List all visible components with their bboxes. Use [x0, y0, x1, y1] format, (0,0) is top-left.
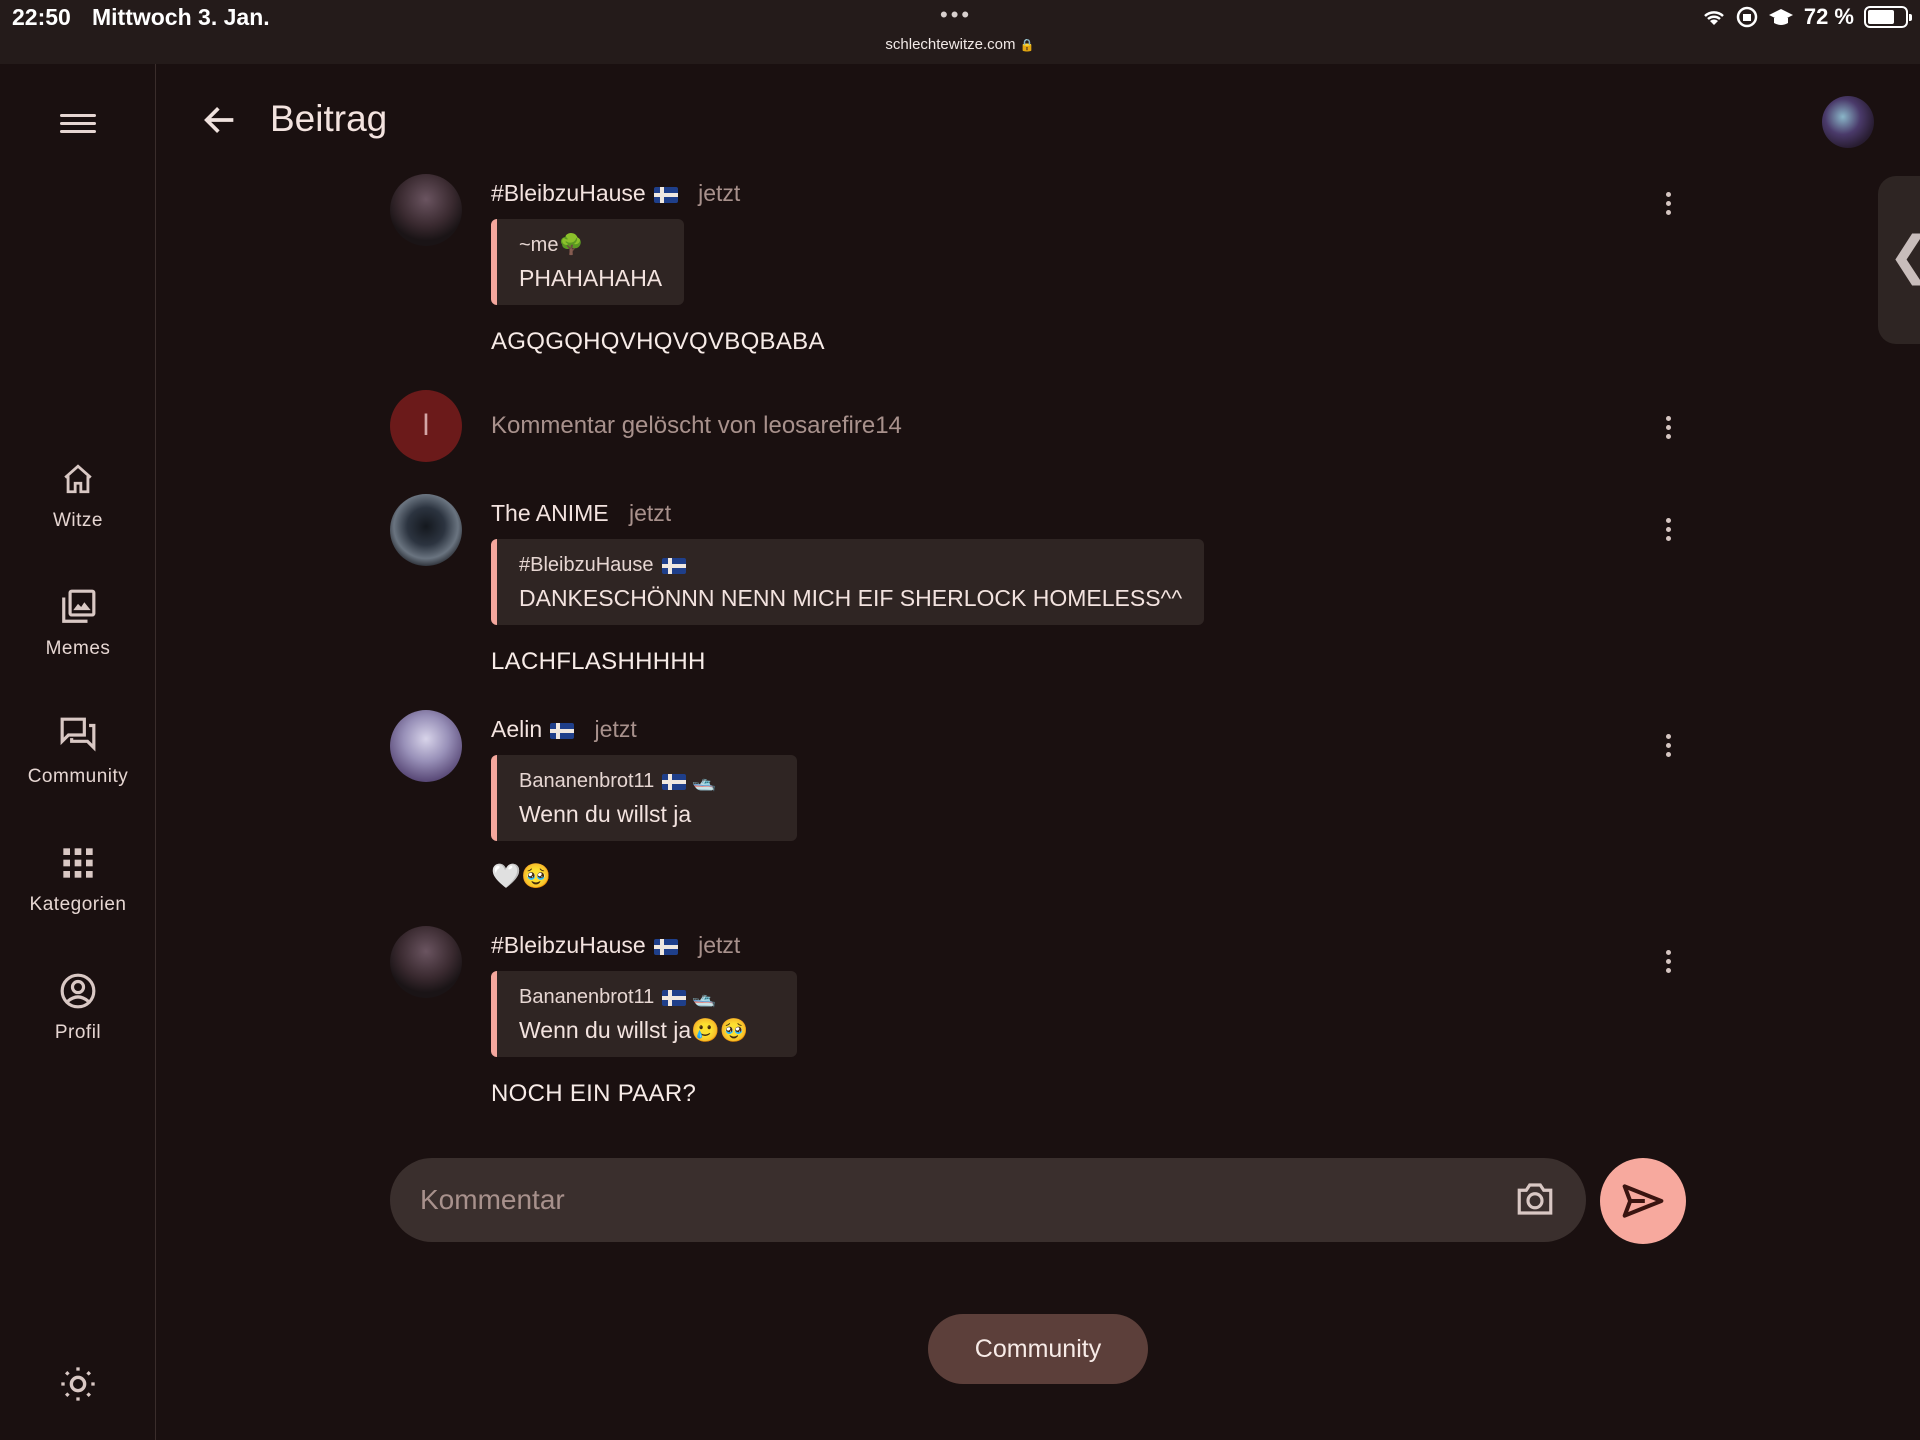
comment-time: jetzt	[698, 932, 741, 958]
comment-author[interactable]: Aelin	[491, 716, 542, 742]
comment-body: LACHFLASHHHHH	[491, 648, 706, 675]
rail-item-profil[interactable]: Profil	[0, 966, 156, 1044]
orientation-lock-icon	[1736, 6, 1758, 28]
comment-body: 🤍🥹	[491, 863, 552, 890]
user-avatar[interactable]	[1822, 96, 1874, 148]
quote-text: PHAHAHAHA	[519, 265, 663, 291]
flag-icon	[653, 938, 678, 955]
forum-icon	[0, 710, 156, 760]
avatar[interactable]	[390, 494, 462, 566]
flag-icon	[653, 186, 678, 203]
rail-item-kategorien[interactable]: Kategorien	[0, 838, 156, 916]
page-title: Beitrag	[270, 98, 388, 139]
comment-composer	[390, 1158, 1586, 1242]
comment-input[interactable]	[420, 1176, 1480, 1224]
comment-time: jetzt	[594, 716, 637, 742]
quote-author: Bananenbrot11 🛥️	[519, 986, 717, 1008]
menu-icon[interactable]	[60, 109, 96, 145]
comment-author[interactable]: #BleibzuHause	[491, 932, 646, 958]
quote-text: DANKESCHÖNNN NENN MICH EIF SHERLOCK HOME…	[519, 585, 1183, 611]
avatar[interactable]	[390, 710, 462, 782]
comment-author[interactable]: #BleibzuHause	[491, 180, 646, 206]
comment-body: NOCH EIN PAAR?	[491, 1080, 697, 1107]
comment-time: jetzt	[629, 500, 672, 526]
home-icon	[0, 454, 156, 504]
tree-emoji-icon: 🌳	[558, 234, 584, 256]
brightness-icon[interactable]	[58, 1364, 98, 1404]
avatar[interactable]	[390, 174, 462, 246]
comment-header: The ANIME jetzt	[491, 500, 671, 527]
quoted-reply[interactable]: #BleibzuHause DANKESCHÖNNN NENN MICH EIF…	[491, 539, 1205, 625]
ship-emoji-icon: 🛥️	[691, 986, 717, 1008]
rail-item-witze[interactable]: Witze	[0, 454, 156, 532]
wifi-icon	[1703, 11, 1724, 25]
battery-percent: 72 %	[1803, 4, 1854, 29]
quote-author: Bananenbrot11 🛥️	[519, 770, 717, 792]
flag-icon	[550, 722, 575, 739]
url-bar[interactable]: schlechtewitze.com 🔒	[0, 36, 1920, 53]
comment-time: jetzt	[698, 180, 741, 206]
rail-item-label: Community	[27, 766, 129, 787]
flag-icon	[662, 989, 687, 1006]
more-options-icon[interactable]	[1658, 188, 1678, 228]
lock-icon: 🔒	[1019, 38, 1035, 52]
comment-header: #BleibzuHause jetzt	[491, 180, 740, 207]
rail-item-community[interactable]: Community	[0, 710, 156, 788]
flag-icon	[662, 773, 687, 790]
community-button[interactable]: Community	[928, 1314, 1148, 1384]
flag-icon	[661, 557, 686, 574]
battery-fill	[1868, 10, 1894, 24]
more-options-icon[interactable]	[1658, 946, 1678, 986]
quote-author: ~me🌳	[519, 234, 584, 256]
comment-header: #BleibzuHause jetzt	[491, 932, 740, 959]
comment-body: AGQGQHQVHQVQVBQBABA	[491, 328, 825, 355]
rail-item-label: Witze	[53, 510, 103, 531]
account-circle-icon	[0, 966, 156, 1016]
quote-text: Wenn du willst ja🥲🥹	[519, 1017, 749, 1043]
url-text: schlechtewitze.com	[885, 36, 1016, 53]
rail-item-label: Kategorien	[29, 894, 127, 915]
avatar[interactable]	[390, 926, 462, 998]
deleted-comment-text: Kommentar gelöscht von leosarefire14	[491, 412, 902, 439]
status-bar: 22:50 Mittwoch 3. Jan. ••• schlechtewitz…	[0, 0, 1920, 64]
quoted-reply[interactable]: Bananenbrot11 🛥️ Wenn du willst ja	[491, 755, 797, 841]
comment-header: Aelin jetzt	[491, 716, 637, 743]
battery-icon	[1864, 6, 1912, 28]
more-options-icon[interactable]	[1658, 412, 1678, 452]
grid-icon	[0, 838, 156, 888]
side-panel-handle[interactable]: ❮	[1878, 176, 1920, 344]
comment-author[interactable]: The ANIME	[491, 500, 609, 526]
back-arrow-icon[interactable]	[200, 100, 240, 140]
rail-item-label: Profil	[54, 1022, 102, 1043]
camera-icon[interactable]	[1514, 1178, 1558, 1222]
quoted-reply[interactable]: ~me🌳 PHAHAHAHA	[491, 219, 685, 305]
chevron-left-icon: ❮	[1888, 226, 1920, 286]
multitasking-dots-icon[interactable]: •••	[940, 2, 972, 28]
send-button[interactable]	[1600, 1158, 1686, 1244]
send-icon	[1622, 1184, 1664, 1218]
ship-emoji-icon: 🛥️	[691, 770, 717, 792]
rail-item-memes[interactable]: Memes	[0, 582, 156, 660]
avatar[interactable]: l	[390, 390, 462, 462]
navigation-rail: Witze Memes Community Kategorien Profil	[0, 64, 156, 1440]
quoted-reply[interactable]: Bananenbrot11 🛥️ Wenn du willst ja🥲🥹	[491, 971, 797, 1057]
rail-item-label: Memes	[45, 638, 111, 659]
image-gallery-icon	[0, 582, 156, 632]
quote-text: Wenn du willst ja	[519, 801, 692, 827]
status-date: Mittwoch 3. Jan.	[92, 4, 270, 30]
status-time: 22:50	[12, 4, 71, 30]
more-options-icon[interactable]	[1658, 730, 1678, 770]
quote-author: #BleibzuHause	[519, 549, 1182, 581]
more-options-icon[interactable]	[1658, 514, 1678, 554]
graduation-cap-icon	[1768, 9, 1793, 25]
